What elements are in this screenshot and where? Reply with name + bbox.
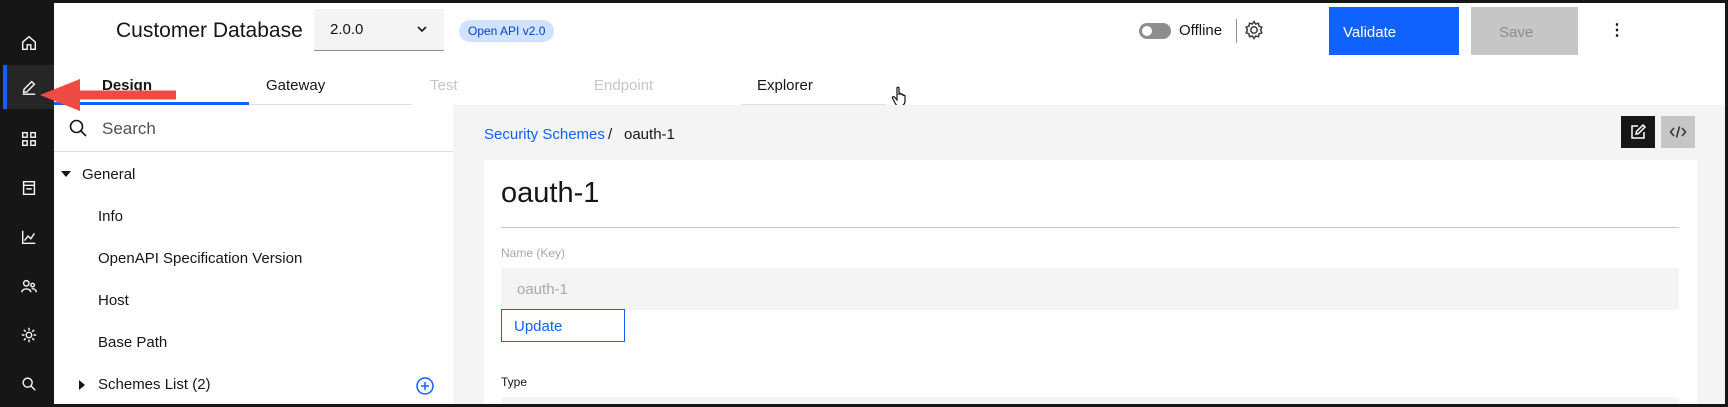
breadcrumb-current: oauth-1 [624,126,675,143]
validate-button[interactable]: Validate [1329,7,1459,55]
tab-endpoint[interactable]: Endpoint [576,67,741,105]
caret-right-icon[interactable] [79,380,85,390]
search-icon [68,118,88,138]
annotation-arrow-icon [40,79,176,111]
breadcrumb-separator: / [608,126,613,143]
version-select[interactable]: 2.0.0 [314,9,444,51]
name-key-field[interactable] [501,268,1679,310]
save-button[interactable]: Save [1471,7,1578,55]
rail-catalog-button[interactable] [3,164,54,212]
home-icon [21,35,36,51]
offline-toggle-label: Offline [1179,22,1223,39]
app-title: Customer Database [116,19,303,42]
tree-item-schemes-list[interactable]: Schemes List (2) [98,376,211,393]
tab-explorer[interactable]: Explorer [741,67,886,105]
code-icon [1669,126,1687,138]
catalog-icon [22,180,35,196]
settings-icon [21,327,36,343]
add-circle-icon [416,377,434,395]
rail-analytics-button[interactable] [3,213,54,261]
settings-button[interactable] [1243,19,1265,41]
title-divider [501,227,1679,228]
rail-apps-button[interactable] [3,115,54,163]
edit-icon [1631,123,1647,139]
page-title: oauth-1 [501,177,600,209]
tree-item-host[interactable]: Host [98,292,129,309]
edit-icon [22,80,35,95]
tree-item-openapi-version[interactable]: OpenAPI Specification Version [98,250,302,267]
type-field[interactable] [501,397,1679,404]
chevron-down-icon [417,26,427,33]
rail-settings-button[interactable] [3,311,54,359]
caret-down-icon[interactable] [61,171,71,177]
breadcrumb-security-schemes[interactable]: Security Schemes [484,126,605,143]
form-view-button[interactable] [1621,116,1655,148]
tab-test[interactable]: Test [412,67,576,105]
header-divider [1236,19,1237,43]
apps-icon [21,131,36,147]
api-version-badge: Open API v2.0 [459,20,555,42]
overflow-menu-icon[interactable]: ⋮ [1607,17,1627,43]
analytics-icon [21,230,35,245]
gear-icon [1245,20,1263,40]
source-view-button[interactable] [1661,116,1695,148]
app-window: Customer Database 2.0.0 Open API v2.0 Of… [0,0,1728,407]
name-key-label: Name (Key) [501,246,566,260]
left-nav-rail [3,3,54,404]
tree-item-general[interactable]: General [82,166,135,183]
search-icon [21,377,36,391]
offline-toggle[interactable] [1139,23,1171,39]
type-label: Type [501,375,528,389]
tab-gateway[interactable]: Gateway [249,67,412,105]
tree-item-info[interactable]: Info [98,208,123,225]
users-icon [20,279,37,293]
update-button[interactable]: Update [501,309,625,342]
search-input[interactable] [102,114,432,144]
add-scheme-button[interactable] [415,376,435,396]
tree-item-base-path[interactable]: Base Path [98,334,167,351]
version-select-value: 2.0.0 [330,21,364,38]
rail-home-button[interactable] [3,19,54,67]
rail-search-button[interactable] [3,360,54,404]
rail-users-button[interactable] [3,262,54,310]
